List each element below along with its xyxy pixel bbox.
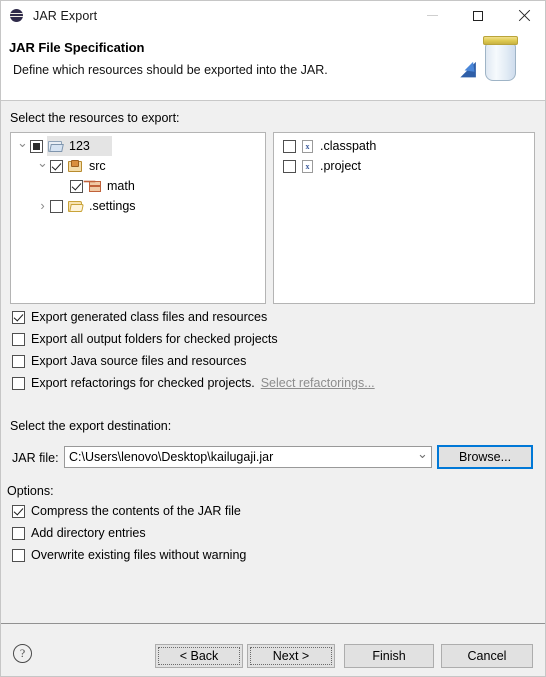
tree-item-label: src: [89, 159, 106, 173]
window-title: JAR Export: [33, 8, 98, 23]
file-checkbox[interactable]: [283, 159, 296, 173]
checkbox[interactable]: [12, 548, 25, 562]
file-item-label: .classpath: [320, 139, 377, 153]
tree-checkbox[interactable]: [30, 139, 43, 153]
checkbox[interactable]: [12, 504, 25, 518]
package-icon: [88, 180, 102, 193]
xml-file-icon: x: [301, 139, 315, 154]
option-label: Export Java source files and resources: [31, 354, 247, 368]
option-add-directory-entries[interactable]: Add directory entries: [12, 526, 146, 540]
next-button[interactable]: Next >: [247, 644, 335, 668]
tree-item-label: math: [107, 179, 135, 193]
file-checkbox[interactable]: [283, 139, 296, 153]
option-label: Export refactorings for checked projects…: [31, 376, 255, 390]
window-controls: [409, 1, 545, 30]
jar-export-icon: [459, 30, 539, 100]
option-label: Export generated class files and resourc…: [31, 310, 268, 324]
resource-tree[interactable]: 123 src math .settings: [10, 132, 266, 304]
file-row-classpath[interactable]: x .classpath: [274, 136, 534, 156]
file-item-label: .project: [320, 159, 361, 173]
source-folder-icon: [68, 159, 84, 174]
close-button[interactable]: [501, 1, 545, 30]
expander-icon[interactable]: [15, 139, 30, 153]
expander-icon[interactable]: [35, 199, 50, 213]
jar-file-input[interactable]: C:\Users\lenovo\Desktop\kailugaji.jar: [65, 450, 414, 464]
minimize-button[interactable]: [409, 1, 455, 30]
minimize-icon: [426, 15, 438, 16]
tree-item-label: .settings: [89, 199, 136, 213]
option-export-generated-class-files[interactable]: Export generated class files and resourc…: [12, 310, 267, 324]
page-description: Define which resources should be exporte…: [13, 63, 328, 77]
checkbox[interactable]: [12, 354, 25, 368]
tree-row-src[interactable]: src: [11, 156, 265, 176]
wizard-header: JAR File Specification Define which reso…: [1, 30, 545, 101]
destination-label: Select the export destination:: [10, 419, 172, 433]
tree-checkbox[interactable]: [70, 179, 83, 193]
title-bar: JAR Export: [1, 1, 545, 30]
jar-file-combo[interactable]: C:\Users\lenovo\Desktop\kailugaji.jar: [64, 446, 432, 468]
wizard-body: Select the resources to export: 123 src: [1, 101, 545, 623]
checkbox[interactable]: [12, 526, 25, 540]
page-title: JAR File Specification: [9, 40, 145, 55]
back-button[interactable]: < Back: [155, 644, 243, 668]
folder-icon: [68, 199, 84, 214]
maximize-button[interactable]: [455, 1, 501, 30]
chevron-down-icon[interactable]: [414, 449, 431, 465]
option-overwrite-existing-files[interactable]: Overwrite existing files without warning: [12, 548, 246, 562]
select-refactorings-link[interactable]: Select refactorings...: [261, 376, 375, 390]
tree-row-math[interactable]: math: [11, 176, 265, 196]
tree-checkbox[interactable]: [50, 159, 63, 173]
file-row-project[interactable]: x .project: [274, 156, 534, 176]
option-label: Add directory entries: [31, 526, 146, 540]
checkbox[interactable]: [12, 376, 25, 390]
option-compress-contents[interactable]: Compress the contents of the JAR file: [12, 504, 241, 518]
option-export-java-source-files[interactable]: Export Java source files and resources: [12, 354, 246, 368]
finish-button[interactable]: Finish: [344, 644, 434, 668]
close-icon: [518, 9, 531, 22]
maximize-icon: [473, 10, 483, 21]
option-export-all-output-folders[interactable]: Export all output folders for checked pr…: [12, 332, 278, 346]
checkbox[interactable]: [12, 310, 25, 324]
tree-row-123[interactable]: 123: [11, 136, 265, 156]
option-label: Overwrite existing files without warning: [31, 548, 247, 562]
options-label: Options:: [7, 484, 54, 498]
checkbox[interactable]: [12, 332, 25, 346]
resource-file-list[interactable]: x .classpath x .project: [273, 132, 535, 304]
expander-icon[interactable]: [35, 159, 50, 173]
help-icon[interactable]: ?: [13, 644, 32, 663]
option-label: Export all output folders for checked pr…: [31, 332, 278, 346]
footer: ? < Back Next > Finish Cancel: [1, 624, 545, 676]
jar-file-label: JAR file:: [12, 451, 59, 465]
tree-checkbox[interactable]: [50, 199, 63, 213]
resources-label: Select the resources to export:: [10, 111, 180, 125]
option-export-refactorings[interactable]: Export refactorings for checked projects…: [12, 376, 375, 390]
browse-button[interactable]: Browse...: [437, 445, 533, 469]
cancel-button[interactable]: Cancel: [441, 644, 533, 668]
option-label: Compress the contents of the JAR file: [31, 504, 241, 518]
jar-export-dialog: JAR Export JAR File Specification Define…: [0, 0, 546, 677]
tree-item-label: 123: [69, 139, 90, 153]
tree-row-settings[interactable]: .settings: [11, 196, 265, 216]
eclipse-icon: [9, 8, 25, 24]
xml-file-icon: x: [301, 159, 315, 174]
project-folder-icon: [48, 139, 64, 154]
